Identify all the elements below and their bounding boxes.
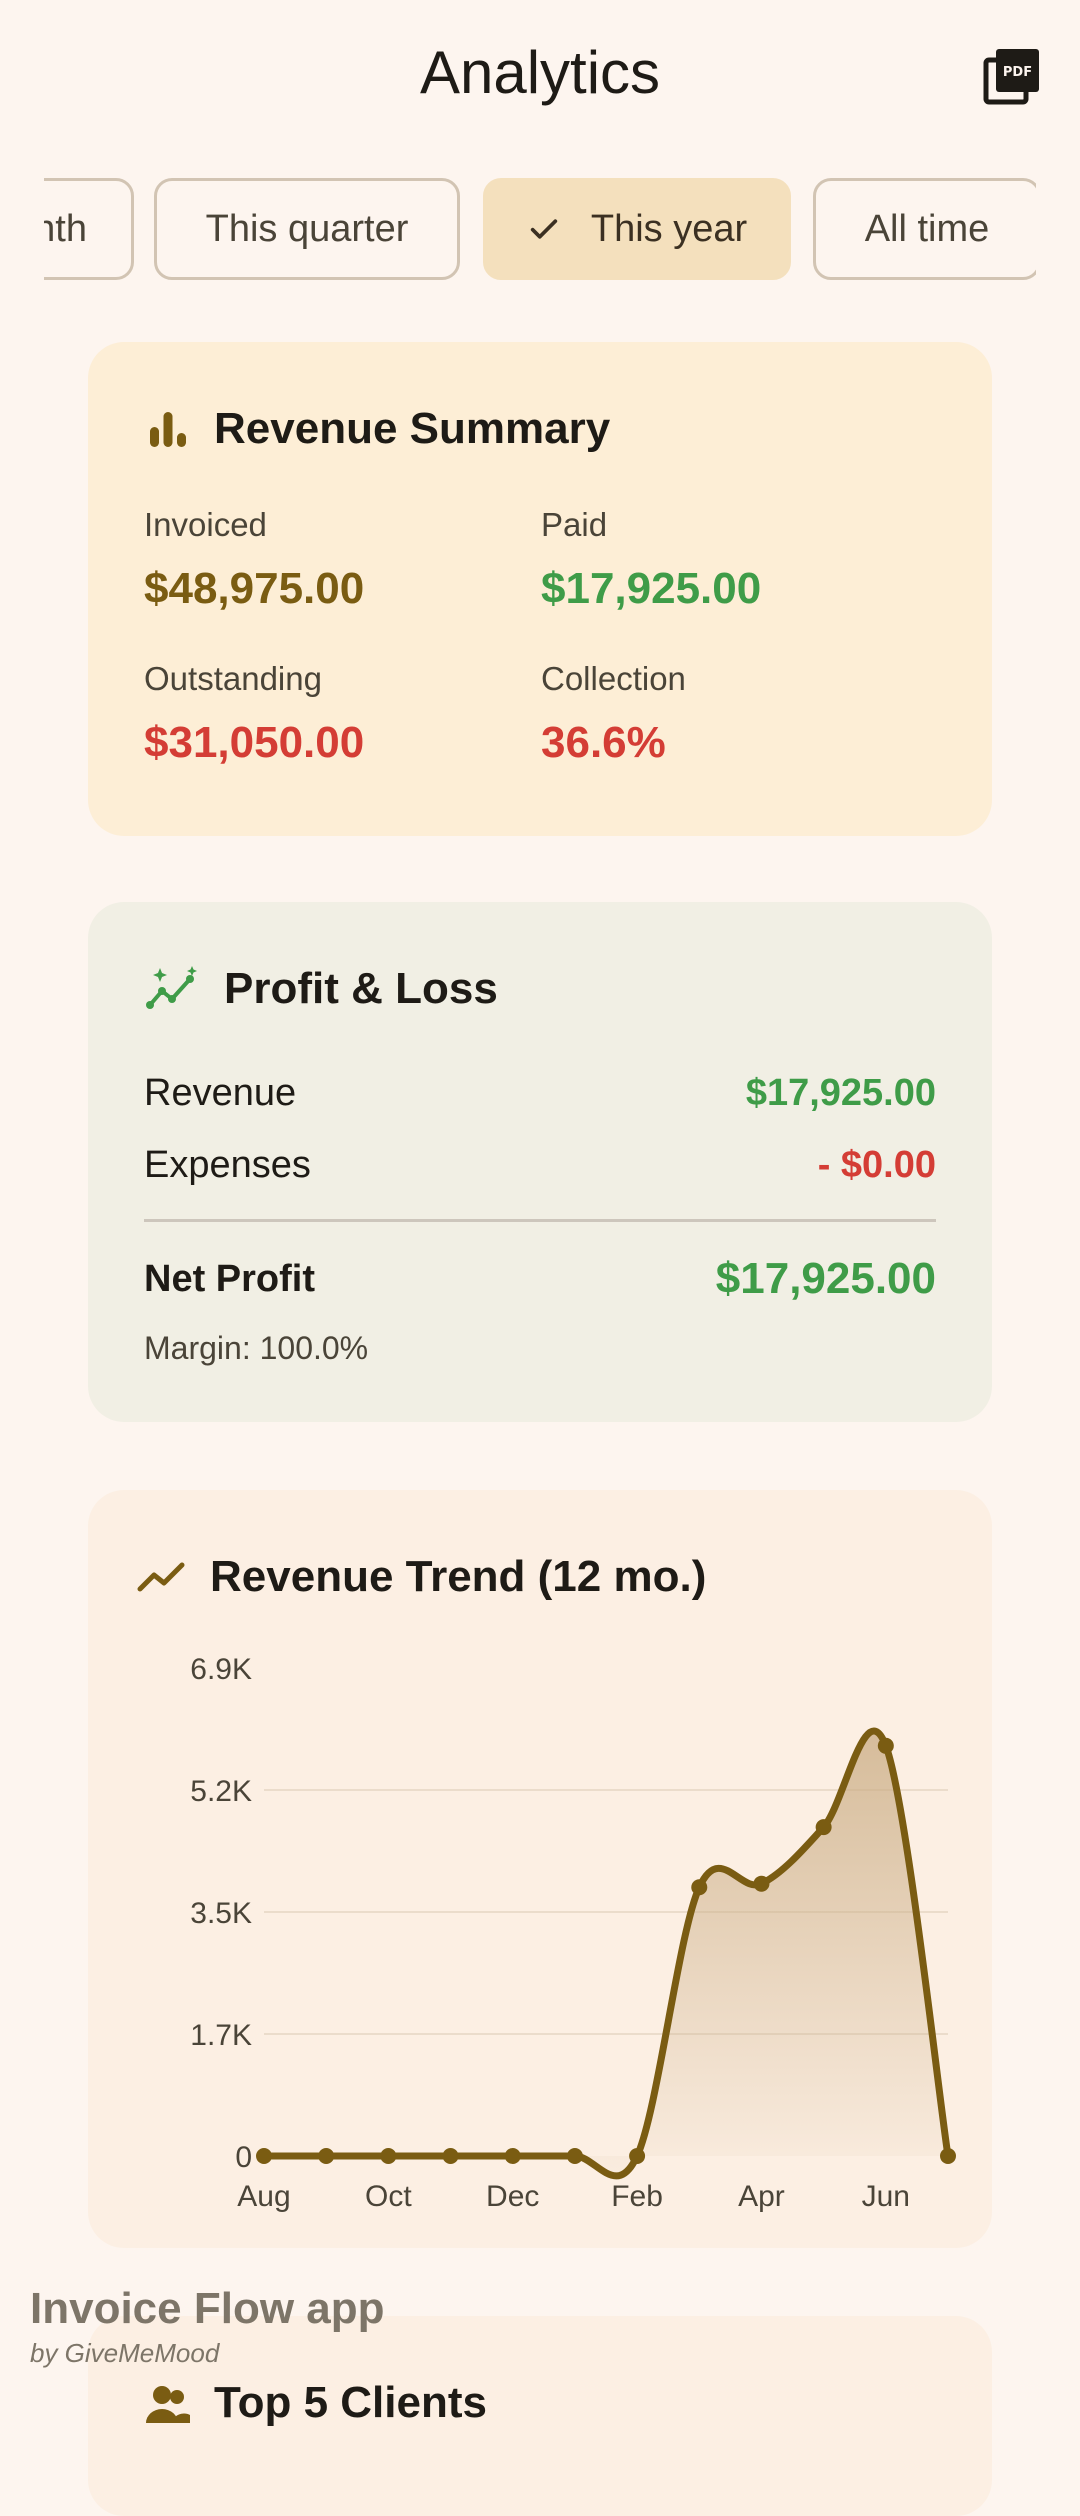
data-point	[566, 2148, 583, 2164]
outstanding-label: Outstanding	[144, 660, 322, 697]
period-filter-chips: nth This quarter This year All time	[44, 178, 1036, 284]
watermark-app-name: Invoice Flow app	[30, 2284, 385, 2333]
x-tick-label: Apr	[738, 2180, 785, 2213]
expenses-value: - $0.00	[817, 1144, 936, 1186]
top-clients-card: Top 5 Clients	[88, 2316, 992, 2516]
chip-all-time[interactable]: All time	[813, 178, 1036, 280]
revenue-trend-card: Revenue Trend (12 mo.) 0 1.7K 3.5K 5.2K 6.9K…	[88, 1490, 992, 2248]
data-point	[442, 2148, 459, 2164]
margin-text: Margin: 100.0%	[144, 1330, 369, 1366]
chip-this-quarter[interactable]: This quarter	[154, 178, 460, 280]
export-pdf-button[interactable]: PDF	[980, 44, 1044, 108]
data-point	[318, 2148, 335, 2164]
chip-this-month[interactable]: nth	[44, 178, 134, 280]
chip-label: This year	[590, 207, 748, 250]
revenue-label: Revenue	[144, 1072, 297, 1114]
data-point	[753, 1875, 770, 1892]
y-tick-label: 3.5K	[190, 1897, 252, 1930]
x-tick-label: Jun	[862, 2180, 910, 2213]
y-tick-label: 0	[235, 2141, 252, 2174]
expenses-label: Expenses	[144, 1144, 311, 1186]
card-header: Profit & Loss	[144, 964, 498, 1014]
net-profit-value: $17,925.00	[715, 1254, 936, 1303]
chip-label: nth	[44, 207, 87, 250]
data-point	[629, 2148, 646, 2164]
invoiced-value: $48,975.00	[144, 564, 365, 613]
outstanding-value: $31,050.00	[144, 718, 365, 767]
x-tick-label: Dec	[486, 2180, 539, 2213]
divider	[144, 1219, 936, 1222]
page-title: Analytics	[419, 39, 661, 106]
revenue-value: $17,925.00	[745, 1072, 936, 1114]
card-title: Profit & Loss	[224, 964, 498, 1013]
card-header: Revenue Summary	[144, 404, 610, 454]
card-title: Revenue Summary	[214, 404, 611, 453]
card-header: Top 5 Clients	[144, 2378, 487, 2428]
watermark-byline: by GiveMeMood	[30, 2338, 220, 2368]
paid-value: $17,925.00	[541, 564, 762, 613]
profit-loss-card: Profit & Loss Revenue $17,925.00 Expense…	[88, 902, 992, 1422]
x-tick-label: Aug	[237, 2180, 290, 2213]
net-profit-label: Net Profit	[144, 1258, 315, 1300]
collection-label: Collection	[541, 660, 686, 697]
data-point	[877, 1737, 894, 1754]
data-point	[380, 2148, 397, 2164]
y-tick-label: 1.7K	[190, 2019, 252, 2052]
svg-text:PDF: PDF	[1003, 65, 1032, 80]
check-icon	[527, 212, 561, 246]
y-tick-label: 5.2K	[190, 1775, 252, 1808]
revenue-summary-card: Revenue Summary Invoiced $48,975.00 Paid…	[88, 342, 992, 836]
chip-label: All time	[864, 207, 990, 250]
chip-label: This quarter	[205, 207, 409, 250]
x-tick-label: Feb	[611, 2180, 663, 2213]
revenue-trend-chart: 0 1.7K 3.5K 5.2K 6.9K Aug Oct Dec Feb Apr Jun	[190, 1653, 956, 2213]
data-point	[691, 1879, 708, 1896]
collection-value: 36.6%	[541, 718, 666, 767]
y-tick-label: 6.9K	[190, 1653, 252, 1686]
app-bar: Analytics PDF	[0, 0, 1080, 150]
data-point	[940, 2148, 956, 2164]
data-point	[815, 1819, 832, 1836]
pdf-icon: PDF	[983, 49, 1039, 105]
people-icon	[146, 2386, 190, 2423]
card-title: Top 5 Clients	[214, 2378, 487, 2427]
chip-this-year[interactable]: This year	[483, 178, 791, 280]
paid-label: Paid	[541, 506, 608, 543]
trend-area	[264, 1730, 948, 2176]
bar-chart-icon	[150, 412, 186, 447]
data-point	[504, 2148, 521, 2164]
invoiced-label: Invoiced	[144, 506, 267, 543]
sparkline-icon	[146, 966, 197, 1009]
x-tick-label: Oct	[365, 2180, 412, 2213]
data-point	[256, 2148, 272, 2164]
